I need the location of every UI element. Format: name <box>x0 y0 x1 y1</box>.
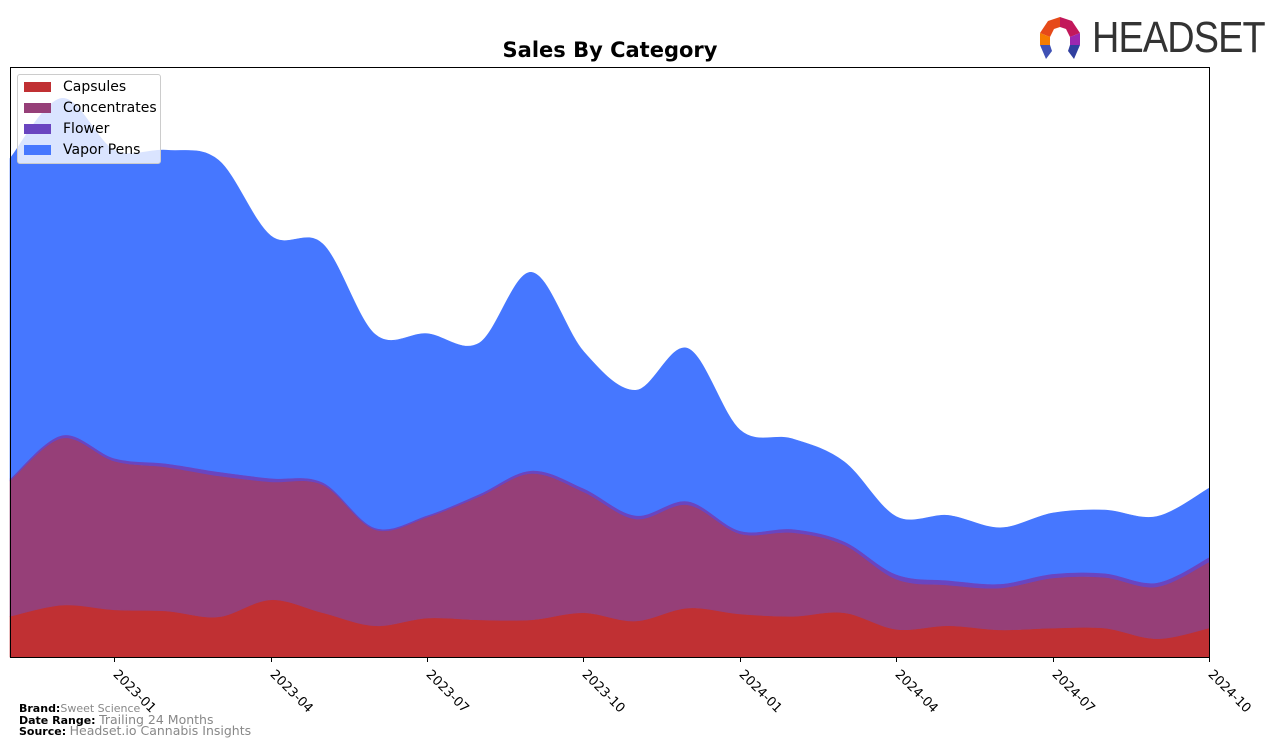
x-tick-label: 2024-01 <box>736 667 785 716</box>
x-tick-label: 2024-07 <box>1049 667 1098 716</box>
x-tick-label: 2023-04 <box>267 667 316 716</box>
legend-item-capsules: Capsules <box>24 78 126 96</box>
legend-swatch-capsules <box>24 82 51 92</box>
legend-label: Vapor Pens <box>63 142 141 158</box>
footer-source: Source: Headset.io Cannabis Insights <box>19 723 252 738</box>
x-tick-label: 2024-04 <box>892 667 941 716</box>
legend-label: Capsules <box>63 79 127 95</box>
legend-label: Flower <box>63 121 110 137</box>
legend-swatch-vapor-pens <box>24 145 51 155</box>
logo-text: HEADSET <box>1092 13 1266 62</box>
legend-item-vapor-pens: Vapor Pens <box>24 141 140 159</box>
stacked-areas <box>9 97 1210 658</box>
legend-label: Concentrates <box>63 100 157 116</box>
headset-logo: HEADSET <box>1036 13 1276 62</box>
legend-item-flower: Flower <box>24 120 109 138</box>
legend-swatch-flower <box>24 124 51 134</box>
x-tick-label: 2024-10 <box>1205 667 1254 716</box>
source-value: Headset.io Cannabis Insights <box>69 723 252 738</box>
chart-footer: Brand:Sweet Science Date Range: Trailing… <box>19 703 252 738</box>
headset-logo-icon <box>1040 17 1080 59</box>
legend-item-concentrates: Concentrates <box>24 99 157 117</box>
x-tick-label: 2023-10 <box>579 667 628 716</box>
legend: Capsules Concentrates Flower Vapor Pens <box>17 74 161 164</box>
legend-swatch-concentrates <box>24 103 51 113</box>
x-tick-label: 2023-07 <box>423 667 472 716</box>
chart-area: 2023-01 2023-04 2023-07 2023-10 2024-01 2024-… <box>9 67 1254 716</box>
x-axis: 2023-01 2023-04 2023-07 2023-10 2024-01 2024-… <box>110 657 1254 716</box>
source-label: Source: <box>19 725 67 738</box>
